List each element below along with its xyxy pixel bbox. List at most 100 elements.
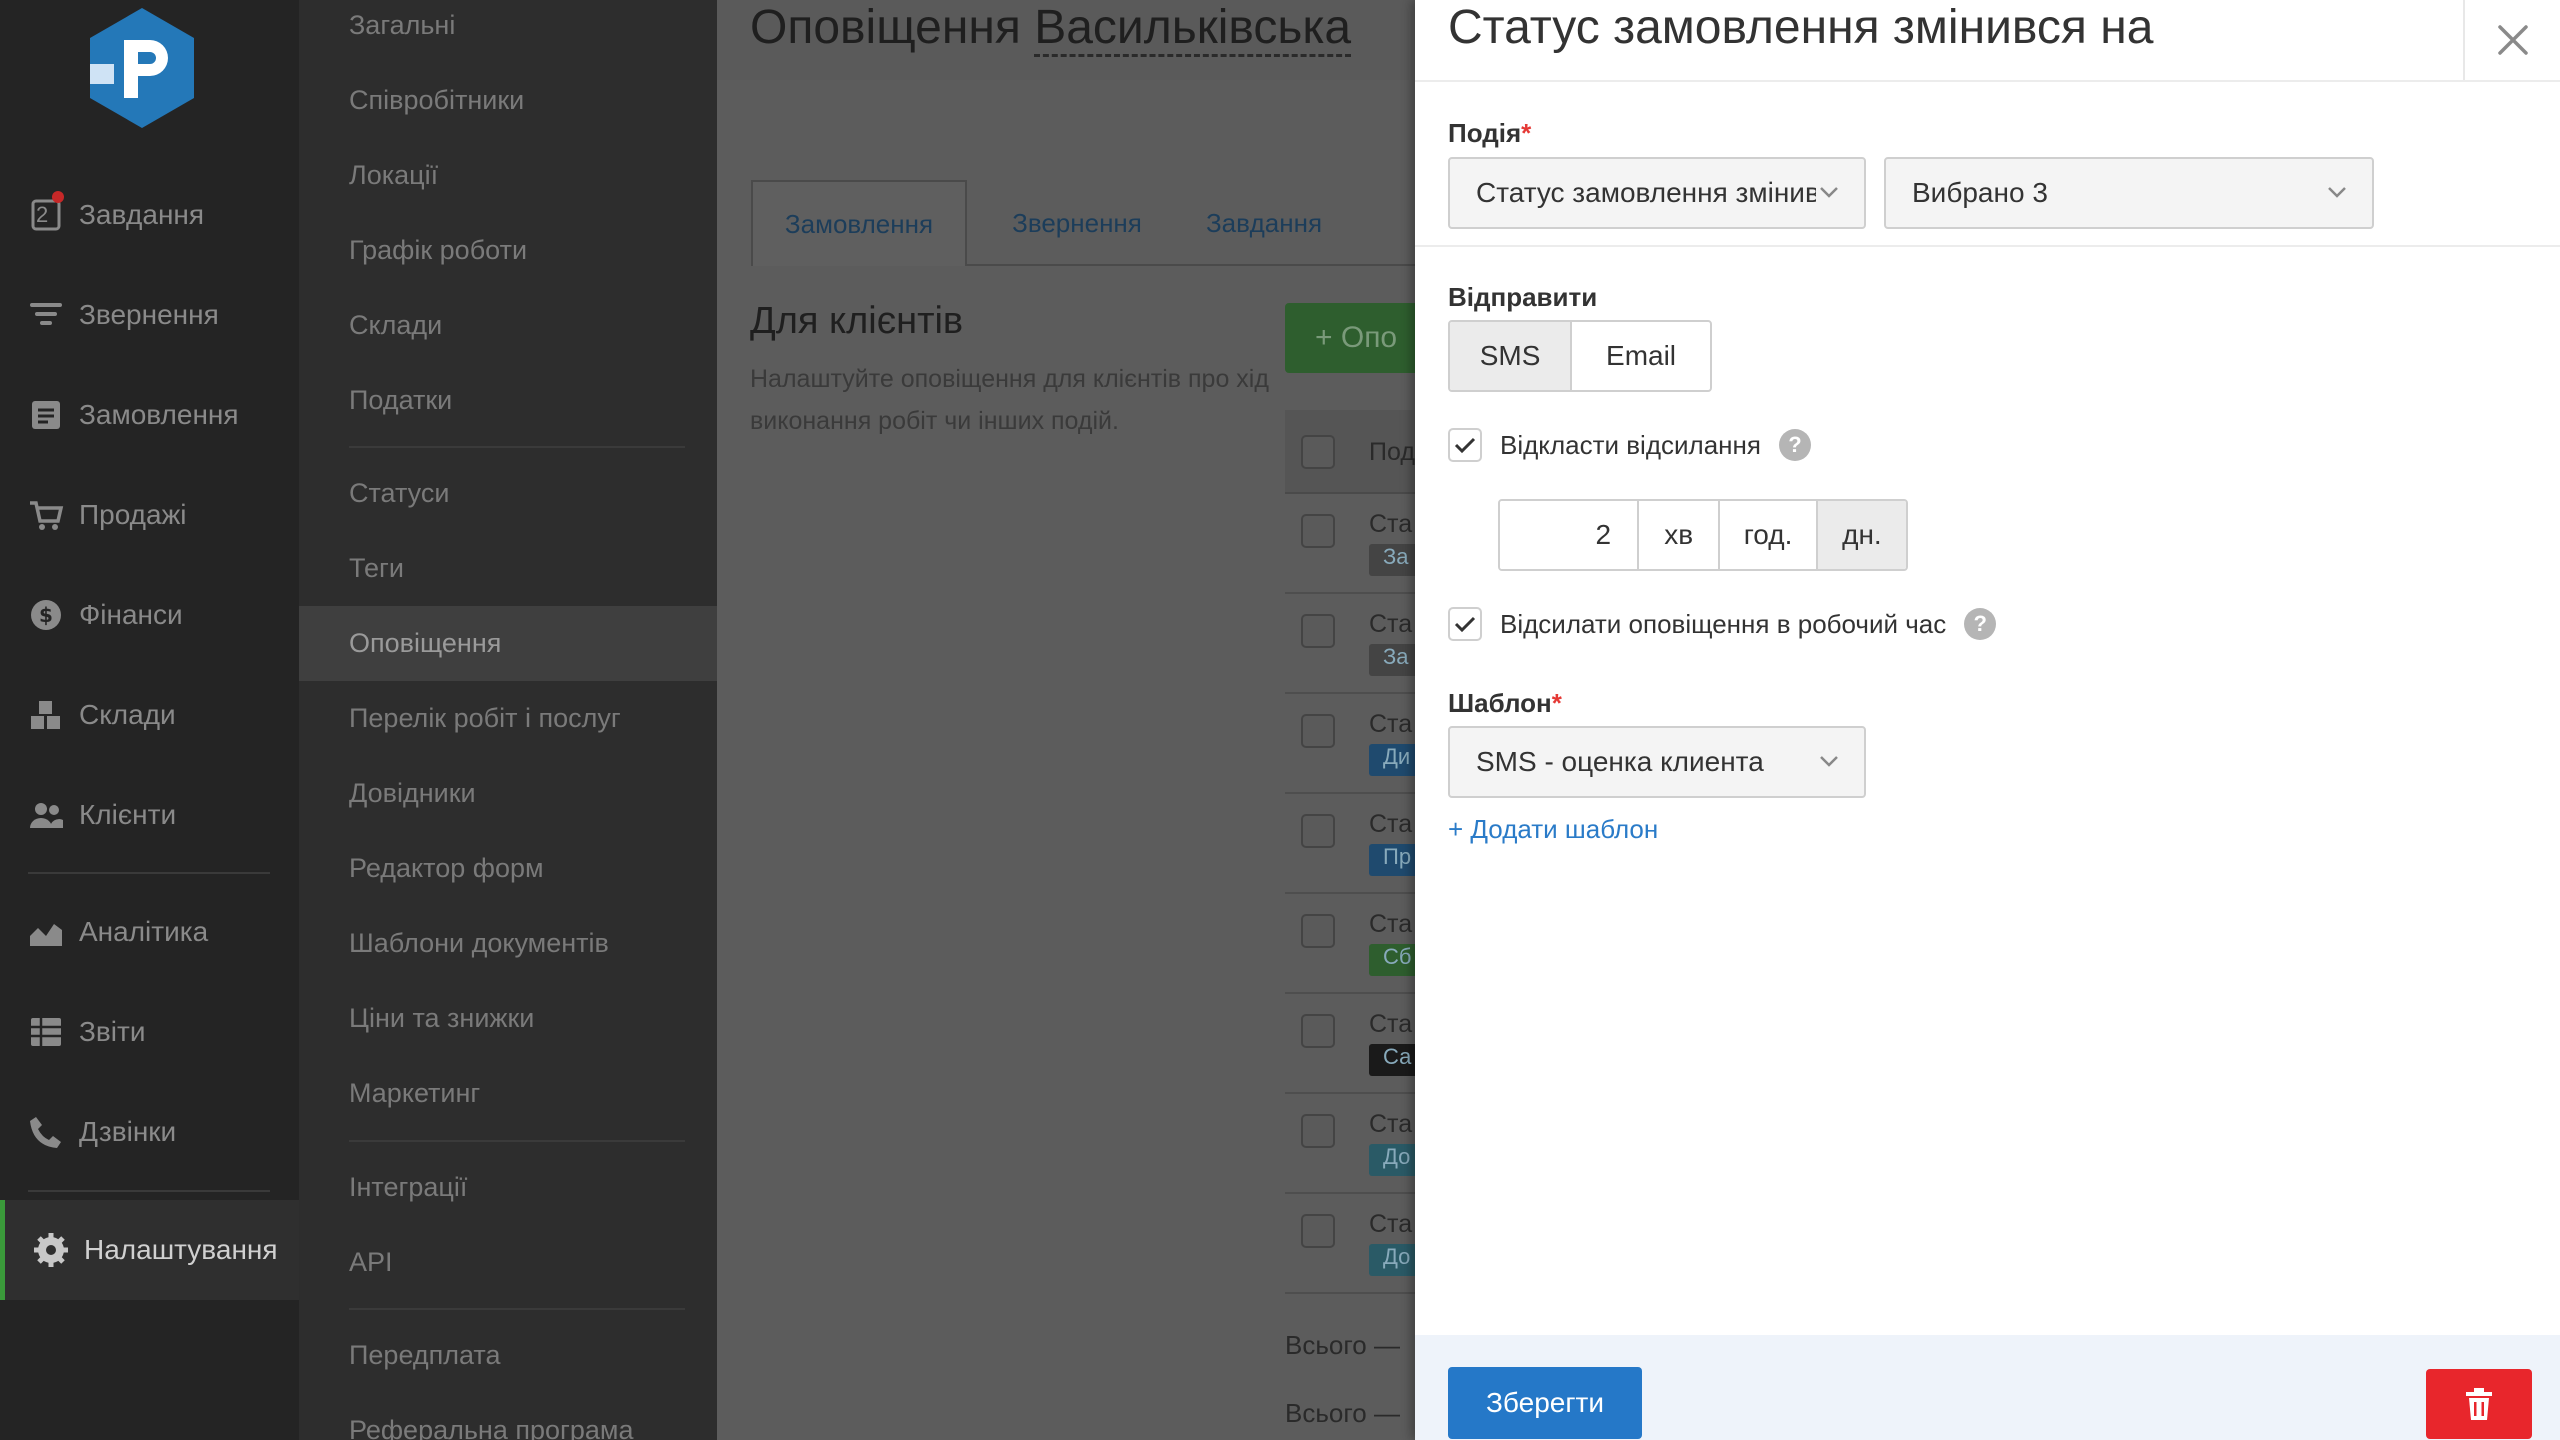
table-row[interactable]: Ста За: [1285, 494, 1429, 594]
chevron-down-icon: [2328, 187, 2346, 198]
add-template-link[interactable]: + Додати шаблон: [1448, 814, 1658, 845]
send-email-option[interactable]: Email: [1572, 322, 1710, 390]
submenu-item-5[interactable]: Склади: [299, 288, 717, 363]
table-row[interactable]: Ста Са: [1285, 994, 1429, 1094]
submenu-item-16[interactable]: Інтеграції: [299, 1150, 717, 1225]
row-checkbox[interactable]: [1301, 914, 1335, 948]
submenu-item-11[interactable]: Довідники: [299, 756, 717, 831]
submenu-item-14[interactable]: Ціни та знижки: [299, 981, 717, 1056]
notification-tabs: Замовлення Звернення Завдання: [751, 180, 1417, 266]
page-title-text: Оповіщення: [750, 1, 1021, 54]
check-icon: [1454, 437, 1476, 454]
save-button[interactable]: Зберегти: [1448, 1367, 1642, 1439]
table-row[interactable]: Ста Пр: [1285, 794, 1429, 894]
submenu-item-3[interactable]: Локації: [299, 138, 717, 213]
nav-item-2[interactable]: Звернення: [0, 265, 299, 365]
send-sms-option[interactable]: SMS: [1450, 322, 1573, 390]
submenu-item-18[interactable]: Передплата: [299, 1318, 717, 1393]
row-checkbox[interactable]: [1301, 1114, 1335, 1148]
users-icon: [28, 797, 64, 833]
submenu-item-8[interactable]: Теги: [299, 531, 717, 606]
worktime-row: Відсилати оповіщення в робочий час ?: [1448, 607, 1997, 641]
table-total-2: Всього —: [1285, 1398, 1400, 1428]
submenu-item-13[interactable]: Шаблони документів: [299, 906, 717, 981]
tab-orders[interactable]: Замовлення: [751, 180, 967, 266]
submenu-item-7[interactable]: Статуси: [299, 456, 717, 531]
phone-icon: [28, 1114, 64, 1150]
submenu-item-1[interactable]: Загальні: [299, 0, 717, 63]
submenu-item-17[interactable]: API: [299, 1225, 717, 1300]
template-select[interactable]: SMS - оценка клиента: [1448, 726, 1866, 798]
delay-value-input[interactable]: 2: [1500, 501, 1640, 569]
row-checkbox[interactable]: [1301, 1214, 1335, 1248]
gear-icon: [33, 1232, 69, 1268]
status-multiselect[interactable]: Вибрано 3: [1884, 157, 2374, 229]
notification-edit-panel: Статус замовлення змінився на Подія* Ста…: [1415, 0, 2560, 1440]
submenu-item-4[interactable]: Графік роботи: [299, 213, 717, 288]
table-row[interactable]: Ста Ди: [1285, 694, 1429, 794]
submenu-item-9[interactable]: Оповіщення: [299, 606, 717, 681]
table-total-1: Всього —: [1285, 1330, 1400, 1360]
close-button[interactable]: [2463, 0, 2560, 80]
delay-unit-days[interactable]: дн.: [1817, 501, 1906, 569]
nav-item-label: Аналітика: [79, 916, 209, 947]
tab-requests[interactable]: Звернення: [985, 180, 1169, 266]
row-checkbox[interactable]: [1301, 514, 1335, 548]
submenu-item-15[interactable]: Маркетинг: [299, 1056, 717, 1131]
select-all-checkbox[interactable]: [1301, 435, 1335, 469]
row-checkbox[interactable]: [1301, 614, 1335, 648]
event-select[interactable]: Статус замовлення змінився на: [1448, 157, 1866, 229]
row-event-text: Ста: [1369, 710, 1413, 738]
nav-item-6[interactable]: Склади: [0, 665, 299, 765]
submenu-item-12[interactable]: Редактор форм: [299, 831, 717, 906]
table-row[interactable]: Ста До: [1285, 1194, 1429, 1294]
submenu-divider: [349, 1308, 685, 1310]
nav-item-5[interactable]: $ Фінанси: [0, 565, 299, 665]
worktime-checkbox[interactable]: [1448, 607, 1482, 641]
tab-tasks[interactable]: Завдання: [1179, 180, 1349, 266]
row-checkbox[interactable]: [1301, 814, 1335, 848]
nav-divider: [28, 872, 270, 874]
app-logo[interactable]: [86, 6, 198, 130]
row-checkbox[interactable]: [1301, 714, 1335, 748]
nav-item-label: Клієнти: [79, 799, 177, 830]
submenu-item-6[interactable]: Податки: [299, 363, 717, 438]
nav-item-7[interactable]: Клієнти: [0, 765, 299, 865]
panel-footer: Зберегти: [1415, 1335, 2560, 1440]
delay-unit-minutes[interactable]: хв: [1639, 501, 1721, 569]
table-row[interactable]: Ста За: [1285, 594, 1429, 694]
nav-item-label: Продажі: [79, 499, 187, 530]
nav-item-8[interactable]: Аналітика: [0, 882, 299, 982]
tasks-count: 2: [36, 202, 49, 227]
nav-item-10[interactable]: Дзвінки: [0, 1082, 299, 1182]
nav-item-11[interactable]: Налаштування: [0, 1200, 299, 1300]
help-icon[interactable]: ?: [1778, 429, 1811, 461]
nav-item-9[interactable]: Звіти: [0, 982, 299, 1082]
submenu-divider: [349, 1140, 685, 1142]
submenu-item-2[interactable]: Співробітники: [299, 63, 717, 138]
help-icon[interactable]: ?: [1964, 608, 1997, 640]
row-event-text: Ста: [1369, 810, 1413, 838]
nav-item-label: Налаштування: [84, 1234, 278, 1265]
chart-icon: [28, 914, 64, 950]
nav-item-label: Замовлення: [79, 399, 239, 430]
submenu-item-19[interactable]: Реферальна програма: [299, 1393, 717, 1440]
nav-item-3[interactable]: Замовлення: [0, 365, 299, 465]
send-channel-toggle: SMS Email: [1448, 320, 1712, 392]
row-checkbox[interactable]: [1301, 1014, 1335, 1048]
location-selector[interactable]: Васильківська: [1034, 1, 1352, 57]
nav-item-4[interactable]: Продажі: [0, 465, 299, 565]
delay-unit-hours[interactable]: год.: [1720, 501, 1818, 569]
panel-title: Статус замовлення змінився на: [1448, 1, 2154, 54]
submenu-item-10[interactable]: Перелік робіт і послуг: [299, 681, 717, 756]
nav-item-1[interactable]: 2 Завдання: [0, 165, 299, 265]
template-label: Шаблон*: [1448, 688, 1562, 718]
send-label: Відправити: [1448, 282, 1598, 312]
delete-button[interactable]: [2426, 1369, 2532, 1439]
table-row[interactable]: Ста До: [1285, 1094, 1429, 1194]
add-notification-button[interactable]: + Опо: [1285, 303, 1425, 373]
table-row[interactable]: Ста Сб: [1285, 894, 1429, 994]
row-event-text: Ста: [1369, 1010, 1413, 1038]
check-icon: [1454, 616, 1476, 633]
delay-checkbox[interactable]: [1448, 428, 1482, 462]
